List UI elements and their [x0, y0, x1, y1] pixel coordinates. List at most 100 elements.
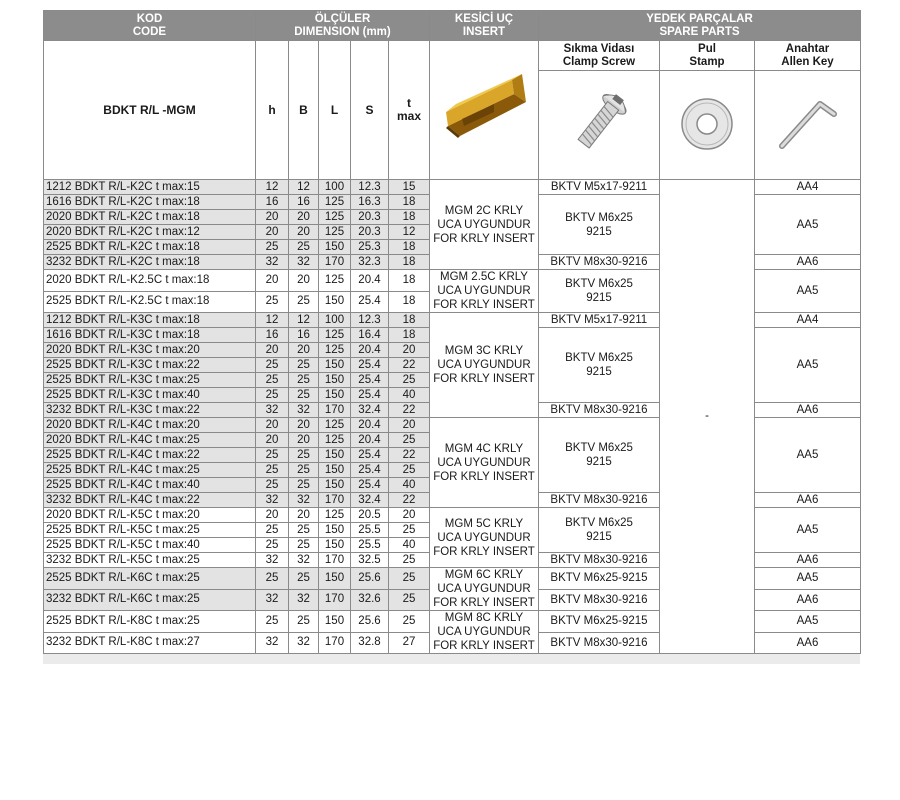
screw-line: BKTV M6x25 — [565, 442, 633, 454]
clamp-screw: BKTV M6x25 9215 — [538, 417, 660, 493]
dim-t: 25 — [388, 462, 430, 478]
dim-l: 170 — [318, 492, 351, 508]
dim-b: 25 — [288, 290, 319, 313]
screw-line: BKTV M6x25 — [565, 278, 633, 290]
dim-h: 20 — [255, 507, 289, 523]
allen-key-code: AA4 — [753, 179, 862, 195]
dim-b: 32 — [288, 254, 319, 270]
dim-l: 100 — [318, 312, 351, 328]
dim-h: 12 — [255, 179, 289, 195]
dim-s: 25.4 — [350, 357, 389, 373]
dim-l: 125 — [318, 209, 351, 225]
dim-l: 125 — [318, 194, 351, 210]
dim-s: 32.8 — [350, 631, 389, 654]
dim-h: 25 — [255, 477, 289, 493]
dim-t: 18 — [388, 239, 430, 255]
allen-key-code: AA6 — [753, 402, 862, 418]
product-code: 3232 BDKT R/L-K3C t max:22 — [43, 402, 256, 418]
insert-line: MGM 5C KRLY — [444, 517, 524, 530]
insert-compat: MGM 5C KRLY UCA UYGUNDUR FOR KRLY INSERT — [429, 507, 539, 568]
allen-key-code: AA6 — [753, 492, 862, 508]
product-code: 3232 BDKT R/L-K4C t max:22 — [43, 492, 256, 508]
dim-s: 25.5 — [350, 522, 389, 538]
dim-l: 125 — [318, 327, 351, 343]
dim-s: 16.3 — [350, 194, 389, 210]
allen-key-code: AA6 — [753, 552, 862, 568]
product-code: 2525 BDKT R/L-K3C t max:25 — [43, 372, 256, 388]
dim-b: 32 — [288, 492, 319, 508]
dim-b: 25 — [288, 477, 319, 493]
dim-t: 22 — [388, 357, 430, 373]
allen-key-image — [753, 70, 862, 180]
clamp-screw: BKTV M8x30-9216 — [538, 588, 660, 611]
insert-line: FOR KRLY INSERT — [433, 232, 535, 245]
dim-b: 25 — [288, 537, 319, 553]
product-code: 3232 BDKT R/L-K6C t max:25 — [43, 588, 256, 611]
clamp-screw: BKTV M5x17-9211 — [538, 179, 660, 195]
screw-line: 9215 — [586, 456, 612, 468]
dim-t: 20 — [388, 417, 430, 433]
dim-s: 25.4 — [350, 290, 389, 313]
allen-key-code: AA5 — [753, 269, 862, 313]
product-code: 2525 BDKT R/L-K4C t max:40 — [43, 477, 256, 493]
dim-t: 25 — [388, 372, 430, 388]
insert-line: FOR KRLY INSERT — [433, 373, 535, 385]
clamp-screw: BKTV M8x30-9216 — [538, 552, 660, 568]
dim-l: 125 — [318, 432, 351, 448]
table-body: 1212 BDKT R/L-K2C t max:15 12 12 100 12.3 15 M… — [43, 179, 862, 654]
dim-l: 170 — [318, 631, 351, 654]
clamp-screw: BKTV M8x30-9216 — [538, 492, 660, 508]
allen-key-code: AA6 — [753, 588, 862, 611]
clamp-screw: BKTV M8x30-9216 — [538, 254, 660, 270]
clamp-screw: BKTV M6x25 9215 — [538, 327, 660, 403]
allen-key-code: AA5 — [753, 610, 862, 633]
product-code: 2525 BDKT R/L-K4C t max:25 — [43, 462, 256, 478]
stamp-value: - — [659, 179, 755, 654]
dim-s: 25.6 — [350, 610, 389, 633]
dim-h: 32 — [255, 402, 289, 418]
dim-t: 25 — [388, 567, 430, 590]
dim-s: 25.5 — [350, 537, 389, 553]
insert-compat: MGM 3C KRLY UCA UYGUNDUR FOR KRLY INSERT — [429, 312, 539, 418]
product-code: 2020 BDKT R/L-K4C t max:20 — [43, 417, 256, 433]
clamp-screw: BKTV M6x25-9215 — [538, 610, 660, 633]
dim-h: 12 — [255, 312, 289, 328]
col-l: L — [318, 40, 351, 180]
clamp-screw: BKTV M8x30-9216 — [538, 631, 660, 654]
product-code: 3232 BDKT R/L-K8C t max:27 — [43, 631, 256, 654]
dim-l: 125 — [318, 224, 351, 240]
insert-line: UCA UYGUNDUR — [437, 218, 531, 231]
clamp-screw: BKTV M5x17-9211 — [538, 312, 660, 328]
dim-t: 40 — [388, 477, 430, 493]
product-code: 2525 BDKT R/L-K5C t max:25 — [43, 522, 256, 538]
product-code: 1212 BDKT R/L-K3C t max:18 — [43, 312, 256, 328]
dim-t: 25 — [388, 552, 430, 568]
dim-h: 20 — [255, 417, 289, 433]
dim-s: 32.6 — [350, 588, 389, 611]
dim-h: 20 — [255, 342, 289, 358]
dim-b: 20 — [288, 417, 319, 433]
dim-b: 25 — [288, 239, 319, 255]
dim-h: 32 — [255, 254, 289, 270]
dim-h: 25 — [255, 537, 289, 553]
spare-parts-header: YEDEK PARÇALAR SPARE PARTS — [537, 10, 862, 41]
dim-t: 25 — [388, 432, 430, 448]
dim-b: 25 — [288, 357, 319, 373]
dim-s: 12.3 — [350, 179, 389, 195]
dim-t: 18 — [388, 327, 430, 343]
allen-key-icon — [778, 100, 837, 149]
dim-h: 32 — [255, 552, 289, 568]
insert-line: MGM 3C KRLY — [444, 345, 524, 357]
dim-t: 18 — [388, 312, 430, 328]
product-code: 3232 BDKT R/L-K2C t max:18 — [43, 254, 256, 270]
dim-h: 16 — [255, 194, 289, 210]
dim-b: 25 — [288, 610, 319, 633]
dim-l: 150 — [318, 567, 351, 590]
insert-icon — [446, 73, 526, 138]
product-code: 3232 BDKT R/L-K5C t max:25 — [43, 552, 256, 568]
dim-t: 18 — [388, 194, 430, 210]
product-code: 2020 BDKT R/L-K4C t max:25 — [43, 432, 256, 448]
product-code: 1212 BDKT R/L-K2C t max:15 — [43, 179, 256, 195]
dim-b: 16 — [288, 327, 319, 343]
insert-compat: MGM 2.5C KRLY UCA UYGUNDUR FOR KRLY INSERT — [429, 269, 539, 313]
